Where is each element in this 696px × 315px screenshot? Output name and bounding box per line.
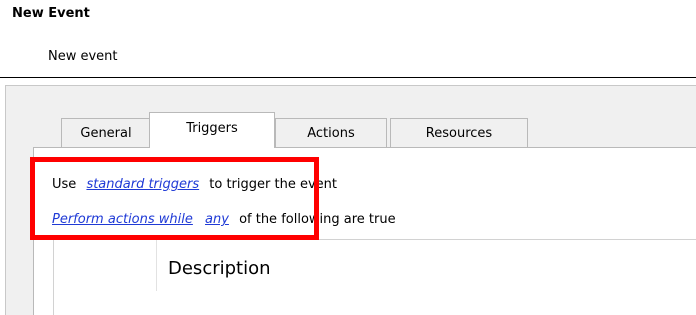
- header-divider: [0, 77, 696, 78]
- window-title: New Event: [12, 6, 90, 21]
- event-name-label: New event: [48, 49, 118, 64]
- tab-resources[interactable]: Resources: [390, 118, 528, 147]
- column-separator[interactable]: [156, 239, 157, 291]
- description-column-header[interactable]: Description: [168, 258, 271, 279]
- tab-general[interactable]: General: [61, 118, 151, 147]
- highlight-box: [30, 157, 319, 240]
- tab-triggers[interactable]: Triggers: [149, 112, 275, 148]
- trigger-list[interactable]: [53, 239, 696, 315]
- tab-actions[interactable]: Actions: [275, 118, 387, 147]
